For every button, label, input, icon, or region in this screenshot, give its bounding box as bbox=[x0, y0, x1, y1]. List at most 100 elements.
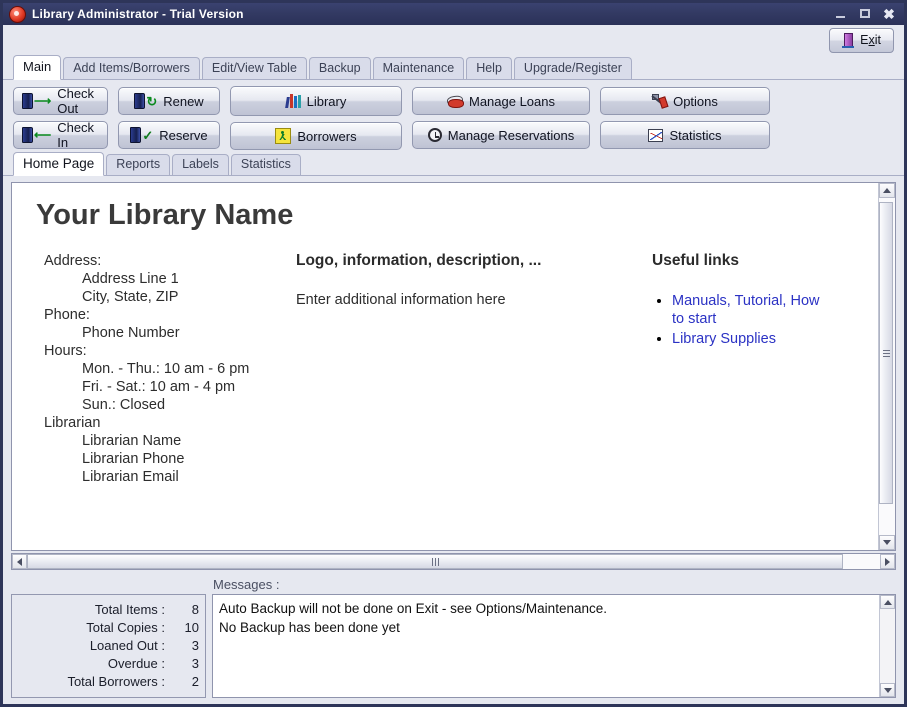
close-icon[interactable]: ✖ bbox=[882, 7, 896, 21]
link-manuals-tutorial[interactable]: Manuals, Tutorial, How to start bbox=[672, 292, 832, 328]
address-line-2: City, State, ZIP bbox=[44, 288, 296, 306]
application-window: Library Administrator - Trial Version ✖ … bbox=[0, 0, 907, 707]
messages-scroll-down-icon[interactable] bbox=[880, 683, 895, 697]
tab-upgrade-register[interactable]: Upgrade/Register bbox=[514, 57, 632, 79]
librarian-label: Librarian bbox=[44, 414, 296, 432]
table-row: Overdue : 3 bbox=[12, 655, 199, 673]
subtab-statistics[interactable]: Statistics bbox=[231, 154, 301, 175]
exit-bar: Exit bbox=[3, 25, 904, 55]
messages-label: Messages : bbox=[213, 577, 279, 592]
scroll-left-icon[interactable] bbox=[12, 554, 27, 569]
statistics-button[interactable]: Statistics bbox=[600, 121, 770, 149]
useful-links-column: Useful links Manuals, Tutorial, How to s… bbox=[652, 252, 864, 486]
renew-button[interactable]: ↻ Renew bbox=[118, 87, 220, 115]
logo-info-text: Enter additional information here bbox=[296, 292, 652, 308]
subtab-home-page[interactable]: Home Page bbox=[13, 152, 104, 176]
check-in-button[interactable]: ⟵ Check In bbox=[13, 121, 108, 149]
subtab-labels[interactable]: Labels bbox=[172, 154, 229, 175]
message-line: No Backup has been done yet bbox=[219, 618, 873, 637]
list-item: Library Supplies bbox=[672, 330, 864, 348]
book-renew-icon: ↻ bbox=[134, 93, 157, 109]
stat-label: Total Items : bbox=[95, 601, 165, 619]
tab-main[interactable]: Main bbox=[13, 55, 61, 80]
page-vertical-scrollbar[interactable] bbox=[878, 183, 895, 550]
clock-icon bbox=[428, 128, 442, 142]
title-bar: Library Administrator - Trial Version ✖ bbox=[3, 3, 904, 25]
door-exit-icon bbox=[842, 33, 855, 48]
useful-links-list: Manuals, Tutorial, How to start Library … bbox=[652, 292, 864, 348]
page-horizontal-scrollbar[interactable] bbox=[11, 553, 896, 570]
hours-line-3: Sun.: Closed bbox=[44, 396, 296, 414]
toolbar-group-circulation: ⟶ Check Out ⟵ Check In bbox=[13, 87, 108, 149]
manage-reservations-label: Manage Reservations bbox=[448, 128, 574, 143]
stat-label: Total Borrowers : bbox=[67, 673, 165, 691]
logo-info-heading: Logo, information, description, ... bbox=[296, 252, 652, 270]
stat-label: Overdue : bbox=[108, 655, 165, 673]
exit-button[interactable]: Exit bbox=[829, 28, 894, 53]
vertical-scroll-thumb[interactable] bbox=[879, 202, 893, 504]
stat-label: Loaned Out : bbox=[90, 637, 165, 655]
table-row: Total Copies : 10 bbox=[12, 619, 199, 637]
library-info-column: Address: Address Line 1 City, State, ZIP… bbox=[26, 252, 296, 486]
library-button[interactable]: Library bbox=[230, 86, 402, 116]
content-area: Your Library Name Address: Address Line … bbox=[3, 176, 904, 574]
home-page-columns: Address: Address Line 1 City, State, ZIP… bbox=[26, 252, 864, 486]
messages-box[interactable]: Auto Backup will not be done on Exit - s… bbox=[212, 594, 896, 698]
scroll-right-icon[interactable] bbox=[880, 554, 895, 569]
check-out-button[interactable]: ⟶ Check Out bbox=[13, 87, 108, 115]
useful-links-heading: Useful links bbox=[652, 252, 864, 270]
stat-label: Total Copies : bbox=[86, 619, 165, 637]
messages-scroll-up-icon[interactable] bbox=[880, 595, 895, 609]
horizontal-scroll-track[interactable] bbox=[27, 554, 880, 569]
tools-icon bbox=[652, 94, 667, 108]
statistics-label: Statistics bbox=[669, 128, 721, 143]
toolbar-group-renew-reserve: ↻ Renew ✓ Reserve bbox=[118, 87, 220, 149]
exit-button-label: Exit bbox=[860, 33, 881, 47]
tab-add-items-borrowers[interactable]: Add Items/Borrowers bbox=[63, 57, 200, 79]
main-tab-strip: Main Add Items/Borrowers Edit/View Table… bbox=[3, 55, 904, 80]
action-toolbar: ⟶ Check Out ⟵ Check In ↻ Renew ✓ bbox=[3, 80, 904, 152]
manage-reservations-button[interactable]: Manage Reservations bbox=[412, 121, 590, 149]
link-library-supplies[interactable]: Library Supplies bbox=[672, 331, 776, 347]
reserve-button[interactable]: ✓ Reserve bbox=[118, 121, 220, 149]
borrowers-button[interactable]: Borrowers bbox=[230, 122, 402, 150]
list-item: Manuals, Tutorial, How to start bbox=[672, 292, 864, 328]
address-line-1: Address Line 1 bbox=[44, 270, 296, 288]
minimize-icon[interactable] bbox=[834, 7, 848, 21]
maximize-icon[interactable] bbox=[858, 7, 872, 21]
options-button[interactable]: Options bbox=[600, 87, 770, 115]
home-page-document: Your Library Name Address: Address Line … bbox=[12, 183, 878, 550]
stat-value: 3 bbox=[165, 655, 199, 673]
book-out-icon: ⟶ bbox=[22, 93, 51, 109]
tab-maintenance[interactable]: Maintenance bbox=[373, 57, 465, 79]
phone-value: Phone Number bbox=[44, 324, 296, 342]
options-label: Options bbox=[673, 94, 718, 109]
scroll-up-icon[interactable] bbox=[879, 183, 895, 198]
tab-backup[interactable]: Backup bbox=[309, 57, 371, 79]
library-label: Library bbox=[307, 94, 347, 109]
tab-help[interactable]: Help bbox=[466, 57, 512, 79]
manage-loans-button[interactable]: Manage Loans bbox=[412, 87, 590, 115]
phone-label: Phone: bbox=[44, 306, 296, 324]
stat-value: 8 bbox=[165, 601, 199, 619]
toolbar-group-manage: Manage Loans Manage Reservations bbox=[412, 87, 590, 149]
subtab-reports[interactable]: Reports bbox=[106, 154, 170, 175]
librarian-email: Librarian Email bbox=[44, 468, 296, 486]
sub-tab-strip: Home Page Reports Labels Statistics bbox=[3, 152, 904, 176]
renew-label: Renew bbox=[163, 94, 203, 109]
statistics-panel: Total Items : 8 Total Copies : 10 Loaned… bbox=[11, 594, 206, 698]
messages-text: Auto Backup will not be done on Exit - s… bbox=[213, 595, 879, 697]
tab-edit-view-table[interactable]: Edit/View Table bbox=[202, 57, 307, 79]
vertical-scroll-track[interactable] bbox=[879, 198, 895, 535]
horizontal-scroll-thumb[interactable] bbox=[27, 554, 843, 569]
book-reserve-icon: ✓ bbox=[130, 127, 153, 143]
home-page-pane: Your Library Name Address: Address Line … bbox=[11, 182, 896, 551]
hours-label: Hours: bbox=[44, 342, 296, 360]
scroll-down-icon[interactable] bbox=[879, 535, 895, 550]
table-row: Total Items : 8 bbox=[12, 601, 199, 619]
toolbar-group-browse: Library Borrowers bbox=[230, 86, 402, 150]
table-row: Loaned Out : 3 bbox=[12, 637, 199, 655]
address-label: Address: bbox=[44, 252, 296, 270]
messages-vertical-scrollbar[interactable] bbox=[879, 595, 895, 697]
message-line: Auto Backup will not be done on Exit - s… bbox=[219, 599, 873, 618]
